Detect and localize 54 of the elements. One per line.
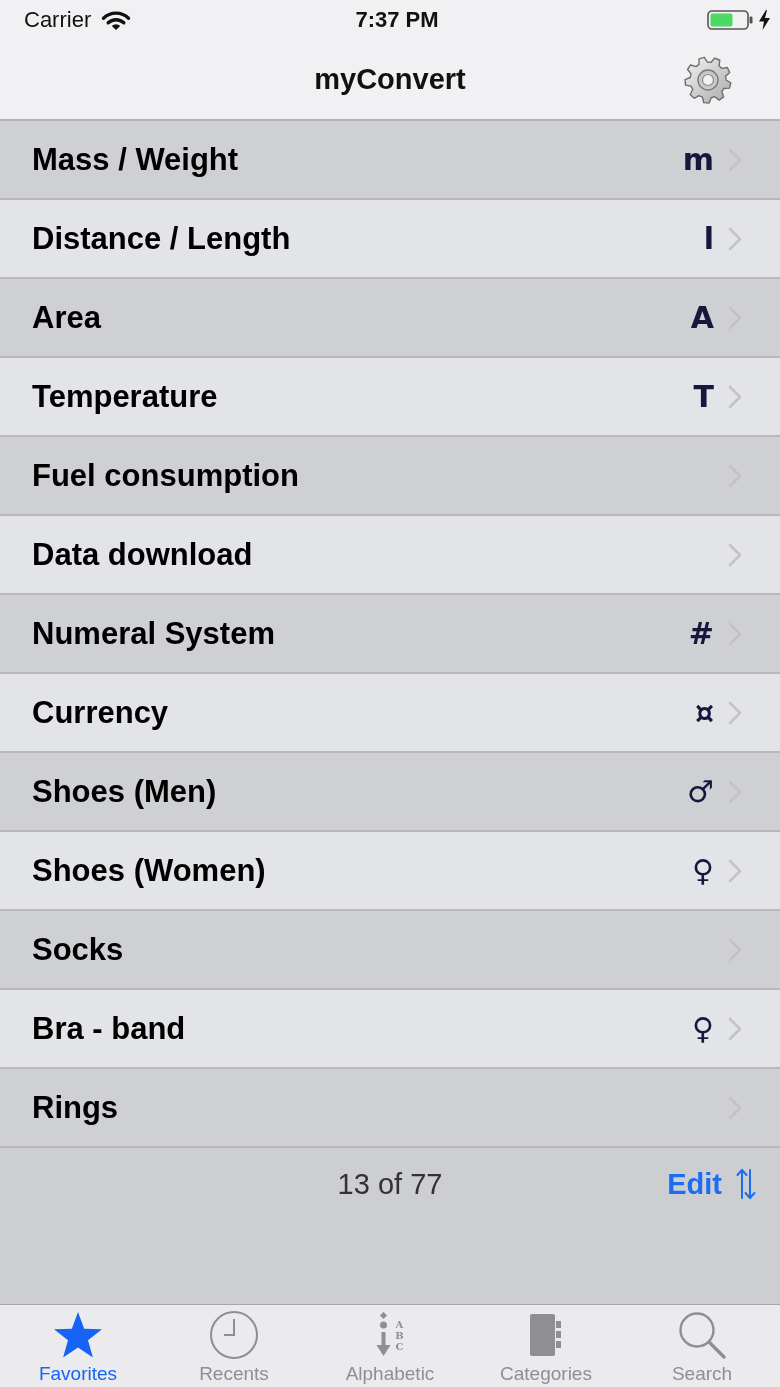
unit-symbol: l [703, 221, 714, 256]
category-label: Bra - band [32, 1010, 187, 1047]
chevron-right-icon [728, 858, 742, 883]
category-label: Shoes (Women) [32, 852, 267, 889]
category-row[interactable]: Area A [0, 279, 780, 358]
category-label: Socks [32, 931, 125, 968]
category-label: Rings [32, 1089, 120, 1126]
chevron-right-icon [728, 384, 742, 409]
chevron-right-icon [728, 226, 742, 251]
category-label: Shoes (Men) [32, 773, 218, 810]
category-row[interactable]: Shoes (Men) ♂ [0, 753, 780, 832]
settings-icon[interactable] [684, 55, 732, 104]
unit-symbol: ♀ [692, 853, 714, 888]
category-row[interactable]: Socks [0, 911, 780, 990]
tab-item[interactable]: Favorites [0, 1305, 156, 1387]
category-row[interactable]: Mass / Weight m [0, 121, 780, 200]
carrier-name: Carrier [24, 7, 92, 33]
unit-symbol: ¤ [694, 695, 714, 730]
category-label: Data download [32, 536, 254, 573]
clock-icon [209, 1310, 259, 1360]
battery-icon [707, 10, 753, 30]
category-label: Area [32, 299, 103, 336]
category-label: Fuel consumption [32, 457, 300, 494]
item-count: 13 of 77 [337, 1167, 443, 1201]
charging-bolt-icon [759, 10, 770, 30]
search-icon [678, 1311, 726, 1359]
category-row[interactable]: Distance / Length l [0, 200, 780, 279]
unit-symbol: T [693, 379, 714, 414]
category-row[interactable]: Data download [0, 516, 780, 595]
category-label: Distance / Length [32, 220, 292, 257]
category-row[interactable]: Shoes (Women) ♀ [0, 832, 780, 911]
unit-symbol: ♂ [687, 774, 714, 809]
category-row[interactable]: Fuel consumption [0, 437, 780, 516]
unit-symbol: ♀ [692, 1011, 714, 1046]
reorder-arrows-icon [736, 1168, 756, 1200]
category-label: Temperature [32, 378, 219, 415]
unit-symbol: # [688, 616, 714, 651]
app-title: myConvert [314, 63, 466, 96]
category-label: Currency [32, 694, 170, 731]
clock-time: 7:37 PM [355, 7, 439, 33]
chevron-right-icon [728, 700, 742, 725]
category-row[interactable]: Currency ¤ [0, 674, 780, 753]
category-row[interactable]: Temperature T [0, 358, 780, 437]
binder-icon [529, 1313, 563, 1357]
chevron-right-icon [728, 1016, 742, 1041]
unit-symbol: m [682, 142, 714, 177]
category-row[interactable]: Bra - band ♀ [0, 990, 780, 1069]
star-icon [53, 1311, 103, 1359]
category-row[interactable]: Numeral System # [0, 595, 780, 674]
unit-symbol: A [690, 300, 714, 335]
category-label: Numeral System [32, 615, 276, 652]
category-label: Mass / Weight [32, 141, 240, 178]
chevron-right-icon [728, 542, 742, 567]
category-row[interactable]: Rings [0, 1069, 780, 1148]
